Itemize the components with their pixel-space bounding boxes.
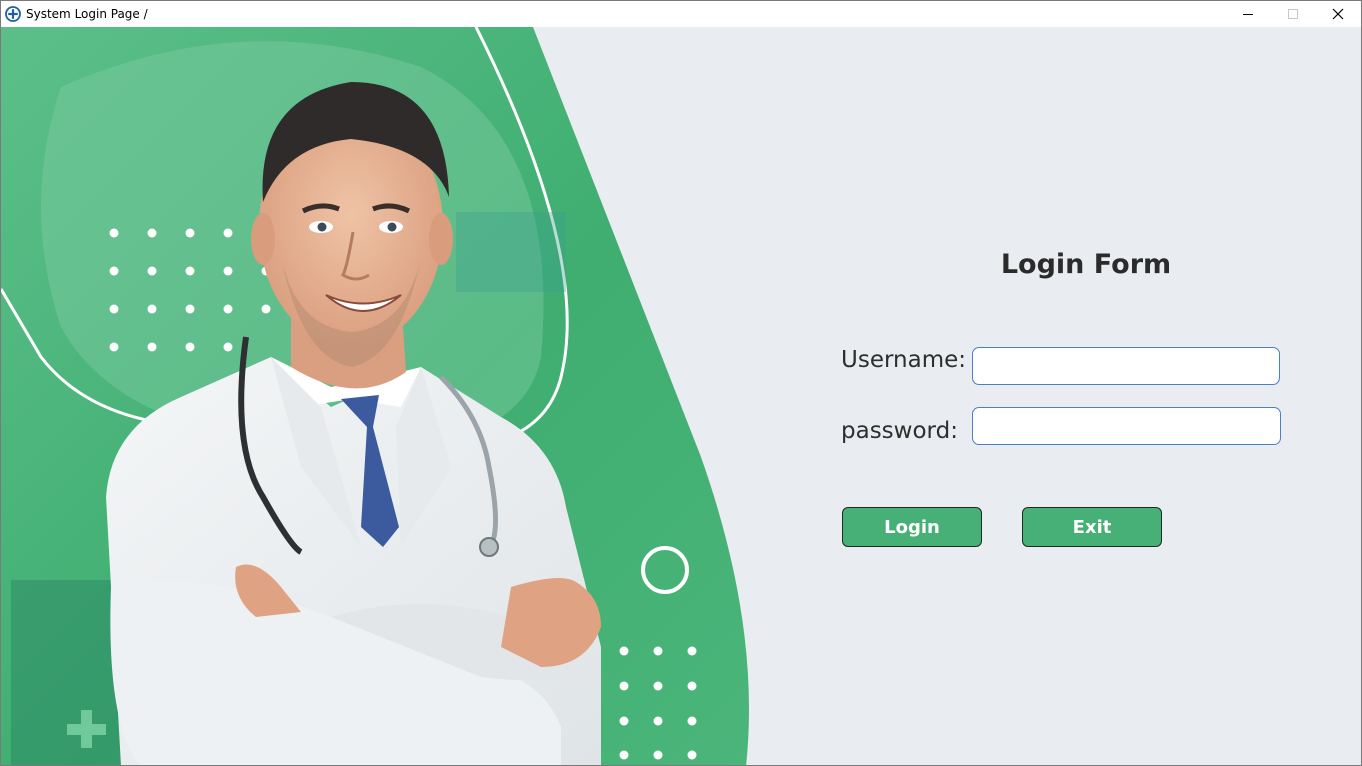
close-button[interactable] [1315, 1, 1361, 27]
maximize-icon [1288, 9, 1298, 19]
minimize-button[interactable] [1225, 1, 1271, 27]
login-button[interactable]: Login [842, 507, 982, 547]
login-window: System Login Page / Login Form Username:… [0, 0, 1362, 766]
exit-button[interactable]: Exit [1022, 507, 1162, 547]
title-bar[interactable]: System Login Page / [1, 1, 1361, 27]
doctor-illustration [1, 27, 749, 765]
close-icon [1332, 8, 1344, 20]
app-icon [5, 6, 21, 22]
content-area: Login Form Username: password: Login Exi… [1, 27, 1361, 765]
password-label: password: [841, 418, 958, 444]
minimize-icon [1243, 14, 1253, 15]
login-form-heading: Login Form [1000, 249, 1172, 280]
username-input[interactable] [972, 347, 1280, 385]
username-label: Username: [841, 347, 966, 373]
maximize-button[interactable] [1270, 1, 1316, 27]
password-input[interactable] [972, 407, 1281, 445]
window-title: System Login Page / [26, 7, 148, 21]
